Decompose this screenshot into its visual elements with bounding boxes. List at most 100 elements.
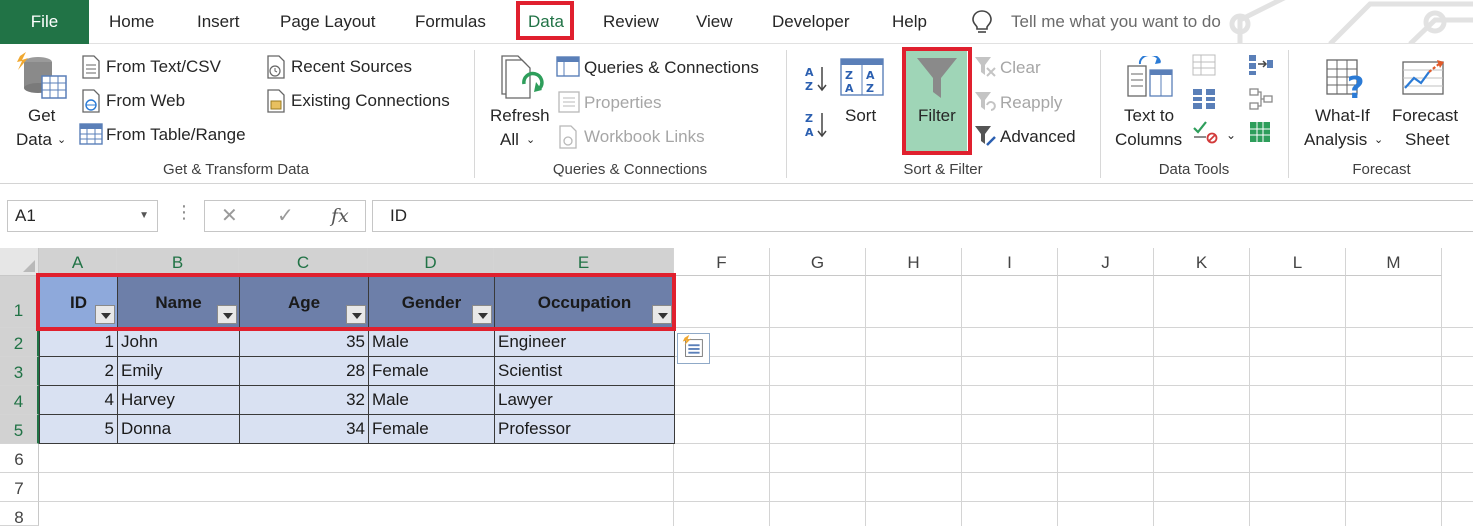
from-web-button[interactable]: From Web bbox=[106, 90, 185, 112]
table-cell[interactable]: Scientist bbox=[494, 356, 675, 386]
column-header-h[interactable]: H bbox=[866, 248, 962, 276]
table-cell[interactable]: 34 bbox=[239, 414, 369, 444]
existing-connections-button[interactable]: Existing Connections bbox=[291, 90, 450, 112]
what-if-label-2[interactable]: Analysis bbox=[1304, 129, 1367, 151]
text-to-columns-label-1[interactable]: Text to bbox=[1124, 105, 1174, 127]
table-cell[interactable]: Engineer bbox=[494, 327, 675, 357]
svg-text:Z: Z bbox=[805, 80, 813, 92]
refresh-all-label-1[interactable]: Refresh bbox=[490, 105, 550, 127]
column-header-i[interactable]: I bbox=[962, 248, 1058, 276]
column-header-c[interactable]: C bbox=[239, 248, 368, 276]
text-to-columns-label-2[interactable]: Columns bbox=[1115, 129, 1182, 151]
column-header-f[interactable]: F bbox=[674, 248, 770, 276]
row-header-4[interactable]: 4 bbox=[0, 386, 39, 415]
what-if-label-1[interactable]: What-If bbox=[1315, 105, 1370, 127]
get-data-label-2[interactable]: Data bbox=[16, 129, 52, 151]
column-header-a[interactable]: A bbox=[39, 248, 117, 276]
table-cell[interactable]: Professor bbox=[494, 414, 675, 444]
recent-sources-button[interactable]: Recent Sources bbox=[291, 56, 412, 78]
flash-fill-icon[interactable] bbox=[1192, 54, 1216, 76]
tab-file[interactable]: File bbox=[0, 0, 89, 44]
insert-function-icon[interactable]: fx bbox=[331, 201, 349, 231]
table-cell[interactable]: 35 bbox=[239, 327, 369, 357]
queries-connections-button[interactable]: Queries & Connections bbox=[584, 57, 759, 79]
remove-duplicates-icon[interactable] bbox=[1192, 87, 1216, 111]
data-model-icon[interactable] bbox=[1248, 120, 1272, 144]
clear-button[interactable]: Clear bbox=[1000, 57, 1041, 79]
row-header-1[interactable]: 1 bbox=[0, 276, 39, 328]
data-validation-icon[interactable] bbox=[1192, 120, 1218, 144]
table-cell[interactable]: 32 bbox=[239, 385, 369, 415]
circuit-decoration bbox=[1229, 0, 1473, 44]
column-header-b[interactable]: B bbox=[117, 248, 239, 276]
gridline-vertical bbox=[1441, 276, 1442, 526]
chevron-down-icon[interactable]: ⌄ bbox=[1226, 124, 1236, 146]
table-cell[interactable]: 1 bbox=[39, 327, 118, 357]
column-header-g[interactable]: G bbox=[770, 248, 866, 276]
table-cell[interactable]: Female bbox=[368, 356, 495, 386]
forecast-sheet-label-1[interactable]: Forecast bbox=[1392, 105, 1458, 127]
get-data-label-1[interactable]: Get bbox=[28, 105, 55, 127]
name-box[interactable]: A1 ▼ bbox=[7, 200, 158, 232]
table-cell[interactable]: Male bbox=[368, 385, 495, 415]
column-header-k[interactable]: K bbox=[1154, 248, 1250, 276]
column-header-d[interactable]: D bbox=[368, 248, 494, 276]
select-all-button[interactable] bbox=[0, 248, 39, 276]
tab-help[interactable]: Help bbox=[892, 0, 927, 44]
column-header-m[interactable]: M bbox=[1346, 248, 1442, 276]
tab-insert[interactable]: Insert bbox=[197, 0, 240, 44]
tab-home[interactable]: Home bbox=[109, 0, 154, 44]
table-cell[interactable]: Male bbox=[368, 327, 495, 357]
tab-page-layout[interactable]: Page Layout bbox=[280, 0, 375, 44]
table-cell[interactable]: Lawyer bbox=[494, 385, 675, 415]
sort-button[interactable]: Sort bbox=[845, 105, 876, 127]
tab-review[interactable]: Review bbox=[603, 0, 659, 44]
table-cell[interactable]: 28 bbox=[239, 356, 369, 386]
table-cell[interactable]: 4 bbox=[39, 385, 118, 415]
chevron-down-icon[interactable]: ▼ bbox=[139, 201, 149, 231]
formula-input[interactable]: ID bbox=[372, 200, 1473, 232]
table-cell[interactable]: Donna bbox=[117, 414, 240, 444]
queries-connections-icon bbox=[556, 56, 580, 77]
from-table-range-button[interactable]: From Table/Range bbox=[106, 124, 246, 146]
column-header-e[interactable]: E bbox=[494, 248, 674, 276]
column-header-l[interactable]: L bbox=[1250, 248, 1346, 276]
table-cell[interactable]: Harvey bbox=[117, 385, 240, 415]
table-cell[interactable]: John bbox=[117, 327, 240, 357]
reapply-button[interactable]: Reapply bbox=[1000, 92, 1062, 114]
row-header-8[interactable]: 8 bbox=[0, 502, 39, 526]
refresh-all-label-2[interactable]: All bbox=[500, 129, 519, 151]
web-page-icon bbox=[82, 89, 100, 113]
sort-a-to-z-icon[interactable]: A Z bbox=[804, 64, 828, 92]
table-cell[interactable]: 2 bbox=[39, 356, 118, 386]
row-header-3[interactable]: 3 bbox=[0, 357, 39, 386]
workbook-links-button[interactable]: Workbook Links bbox=[584, 126, 705, 148]
consolidate-icon[interactable] bbox=[1248, 54, 1274, 76]
chevron-down-icon[interactable]: ⌄ bbox=[526, 129, 535, 151]
row-header-2[interactable]: 2 bbox=[0, 328, 39, 357]
relationships-icon[interactable] bbox=[1248, 87, 1274, 111]
table-cell[interactable]: Female bbox=[368, 414, 495, 444]
row-header-7[interactable]: 7 bbox=[0, 473, 39, 502]
enter-icon[interactable]: ✓ bbox=[277, 201, 294, 231]
row-header-6[interactable]: 6 bbox=[0, 444, 39, 473]
row-header-5[interactable]: 5 bbox=[0, 415, 39, 444]
svg-text:A: A bbox=[805, 126, 814, 138]
vertical-dots-icon[interactable]: ⋮ bbox=[175, 202, 193, 223]
table-cell[interactable]: 5 bbox=[39, 414, 118, 444]
tab-formulas[interactable]: Formulas bbox=[415, 0, 486, 44]
from-text-csv-button[interactable]: From Text/CSV bbox=[106, 56, 221, 78]
tab-view[interactable]: View bbox=[696, 0, 733, 44]
sort-z-to-a-icon[interactable]: Z A bbox=[804, 110, 828, 138]
advanced-button[interactable]: Advanced bbox=[1000, 126, 1076, 148]
chevron-down-icon[interactable]: ⌄ bbox=[57, 129, 66, 151]
properties-button[interactable]: Properties bbox=[584, 92, 661, 114]
forecast-sheet-label-2[interactable]: Sheet bbox=[1405, 129, 1449, 151]
cancel-icon[interactable]: ✕ bbox=[221, 201, 238, 231]
table-cell[interactable]: Emily bbox=[117, 356, 240, 386]
tab-developer[interactable]: Developer bbox=[772, 0, 850, 44]
quick-analysis-icon[interactable] bbox=[677, 333, 710, 364]
chevron-down-icon[interactable]: ⌄ bbox=[1374, 129, 1383, 151]
column-header-j[interactable]: J bbox=[1058, 248, 1154, 276]
svg-text:A: A bbox=[866, 69, 875, 82]
